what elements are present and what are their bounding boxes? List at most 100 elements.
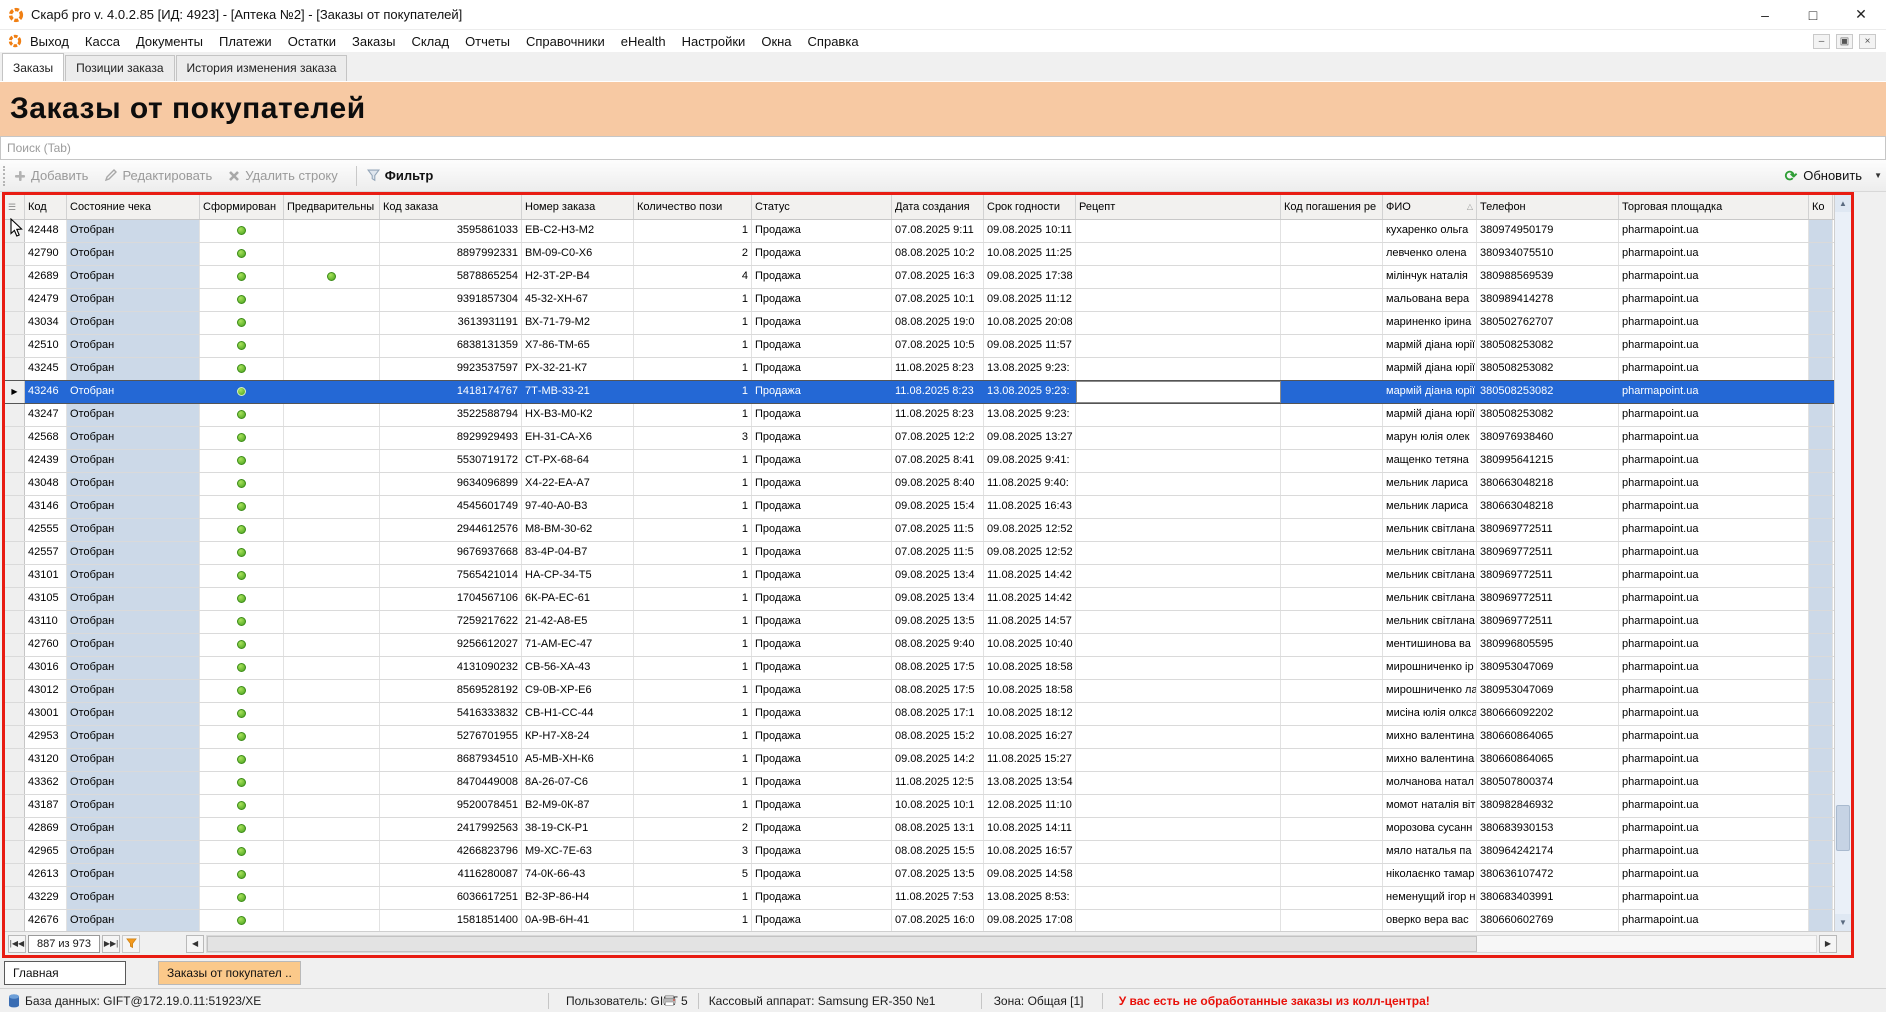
cell-indicator[interactable] <box>5 565 25 587</box>
cell-predvaritelny[interactable] <box>284 887 380 909</box>
cell-data-sozdaniya[interactable]: 08.08.2025 15:2 <box>892 726 984 748</box>
cell-srok-godnosti[interactable]: 10.08.2025 10:40 <box>984 634 1076 656</box>
add-button[interactable]: Добавить <box>14 168 88 183</box>
search-input[interactable] <box>1 137 1885 159</box>
column-header-telefon[interactable]: Телефон <box>1477 195 1619 219</box>
cell-kod[interactable]: 43247 <box>25 404 67 426</box>
cell-nomer-zakaza[interactable]: Х4-22-ЕА-А7 <box>522 473 634 495</box>
cell-ko[interactable] <box>1809 358 1833 380</box>
cell-predvaritelny[interactable] <box>284 726 380 748</box>
tab-3[interactable]: История изменения заказа <box>176 55 348 81</box>
cell-srok-godnosti[interactable]: 09.08.2025 12:52 <box>984 519 1076 541</box>
cell-fio[interactable]: марун юлія олек <box>1383 427 1477 449</box>
cell-torgovaya-ploshchadka[interactable]: pharmapoint.ua <box>1619 657 1809 679</box>
cell-srok-godnosti[interactable]: 10.08.2025 18:58 <box>984 680 1076 702</box>
cell-nomer-zakaza[interactable]: М8-ВМ-30-62 <box>522 519 634 541</box>
cell-indicator[interactable] <box>5 910 25 931</box>
cell-sostoyanie-cheka[interactable]: Отобран <box>67 772 200 794</box>
cell-status[interactable]: Продажа <box>752 864 892 886</box>
cell-data-sozdaniya[interactable]: 07.08.2025 10:1 <box>892 289 984 311</box>
table-row[interactable]: 43245Отобран9923537597РХ-32-21-К71Продаж… <box>5 358 1851 381</box>
table-row[interactable]: 42568Отобран8929929493ЕН-31-СА-Х63Продаж… <box>5 427 1851 450</box>
cell-kod-zakaza[interactable]: 2944612576 <box>380 519 522 541</box>
cell-sostoyanie-cheka[interactable]: Отобран <box>67 657 200 679</box>
cell-ko[interactable] <box>1809 818 1833 840</box>
cell-data-sozdaniya[interactable]: 09.08.2025 13:4 <box>892 565 984 587</box>
cell-fio[interactable]: мельник лариса <box>1383 473 1477 495</box>
cell-fio[interactable]: мельник світлана <box>1383 588 1477 610</box>
cell-sostoyanie-cheka[interactable]: Отобран <box>67 335 200 357</box>
cell-nomer-zakaza[interactable]: СТ-РХ-68-64 <box>522 450 634 472</box>
cell-torgovaya-ploshchadka[interactable]: pharmapoint.ua <box>1619 335 1809 357</box>
cell-predvaritelny[interactable] <box>284 588 380 610</box>
cell-recept[interactable] <box>1076 266 1281 288</box>
cell-kod-pogasheniya[interactable] <box>1281 634 1383 656</box>
cell-recept[interactable] <box>1076 841 1281 863</box>
cell-indicator[interactable] <box>5 680 25 702</box>
cell-fio[interactable]: неменущий ігор н <box>1383 887 1477 909</box>
cell-torgovaya-ploshchadka[interactable]: pharmapoint.ua <box>1619 358 1809 380</box>
vertical-scrollbar[interactable]: ▲ ▼ <box>1834 195 1851 931</box>
cell-data-sozdaniya[interactable]: 08.08.2025 10:2 <box>892 243 984 265</box>
cell-kod[interactable]: 43120 <box>25 749 67 771</box>
cell-kod-pogasheniya[interactable] <box>1281 404 1383 426</box>
table-row[interactable]: 42965Отобран4266823796М9-ХС-7Е-633Продаж… <box>5 841 1851 864</box>
table-row[interactable]: 42613Отобран411628008774-0К-66-435Продаж… <box>5 864 1851 887</box>
cell-kod-pogasheniya[interactable] <box>1281 910 1383 931</box>
cell-predvaritelny[interactable] <box>284 864 380 886</box>
cell-kod-zakaza[interactable]: 3613931191 <box>380 312 522 334</box>
cell-data-sozdaniya[interactable]: 08.08.2025 19:0 <box>892 312 984 334</box>
tab-1[interactable]: Заказы <box>2 53 64 81</box>
hscroll-left-icon[interactable]: ◀ <box>186 935 204 953</box>
cell-fio[interactable]: мельник світлана <box>1383 519 1477 541</box>
cell-recept[interactable] <box>1076 427 1281 449</box>
table-row[interactable]: 42479Отобран939185730445-32-ХН-671Продаж… <box>5 289 1851 312</box>
cell-torgovaya-ploshchadka[interactable]: pharmapoint.ua <box>1619 381 1809 403</box>
cell-torgovaya-ploshchadka[interactable]: pharmapoint.ua <box>1619 841 1809 863</box>
cell-kolichestvo-pozi[interactable]: 1 <box>634 358 752 380</box>
cell-data-sozdaniya[interactable]: 07.08.2025 16:3 <box>892 266 984 288</box>
cell-telefon[interactable]: 380969772511 <box>1477 519 1619 541</box>
cell-fio[interactable]: мяло наталья па <box>1383 841 1477 863</box>
cell-kod-pogasheniya[interactable] <box>1281 864 1383 886</box>
menu-item-справочники[interactable]: Справочники <box>518 34 613 49</box>
cell-kod-zakaza[interactable]: 2417992563 <box>380 818 522 840</box>
cell-status[interactable]: Продажа <box>752 680 892 702</box>
menu-item-заказы[interactable]: Заказы <box>344 34 403 49</box>
cell-data-sozdaniya[interactable]: 07.08.2025 11:5 <box>892 519 984 541</box>
table-row[interactable]: 42555Отобран2944612576М8-ВМ-30-621Продаж… <box>5 519 1851 542</box>
cell-torgovaya-ploshchadka[interactable]: pharmapoint.ua <box>1619 243 1809 265</box>
cell-sostoyanie-cheka[interactable]: Отобран <box>67 726 200 748</box>
cell-telefon[interactable]: 380660864065 <box>1477 726 1619 748</box>
cell-telefon[interactable]: 380508253082 <box>1477 335 1619 357</box>
cell-telefon[interactable]: 380969772511 <box>1477 542 1619 564</box>
cell-recept[interactable] <box>1076 703 1281 725</box>
cell-predvaritelny[interactable] <box>284 358 380 380</box>
cell-nomer-zakaza[interactable]: 38-19-СК-Р1 <box>522 818 634 840</box>
tab-2[interactable]: Позиции заказа <box>65 55 174 81</box>
cell-indicator[interactable] <box>5 496 25 518</box>
delete-row-button[interactable]: Удалить строку <box>228 168 338 183</box>
cell-ko[interactable] <box>1809 680 1833 702</box>
cell-kolichestvo-pozi[interactable]: 5 <box>634 864 752 886</box>
cell-kod[interactable]: 42510 <box>25 335 67 357</box>
cell-srok-godnosti[interactable]: 13.08.2025 9:23: <box>984 358 1076 380</box>
column-header-kod-pogasheniya[interactable]: Код погашения ре <box>1281 195 1383 219</box>
cell-torgovaya-ploshchadka[interactable]: pharmapoint.ua <box>1619 611 1809 633</box>
cell-ko[interactable] <box>1809 657 1833 679</box>
cell-recept[interactable] <box>1076 818 1281 840</box>
cell-recept[interactable] <box>1076 887 1281 909</box>
cell-sostoyanie-cheka[interactable]: Отобран <box>67 473 200 495</box>
cell-nomer-zakaza[interactable]: 45-32-ХН-67 <box>522 289 634 311</box>
cell-torgovaya-ploshchadka[interactable]: pharmapoint.ua <box>1619 266 1809 288</box>
cell-nomer-zakaza[interactable]: 71-АМ-ЕС-47 <box>522 634 634 656</box>
cell-telefon[interactable]: 380995641215 <box>1477 450 1619 472</box>
cell-kolichestvo-pozi[interactable]: 1 <box>634 450 752 472</box>
cell-recept[interactable] <box>1076 726 1281 748</box>
cell-recept[interactable] <box>1076 473 1281 495</box>
cell-srok-godnosti[interactable]: 13.08.2025 8:53: <box>984 887 1076 909</box>
cell-predvaritelny[interactable] <box>284 450 380 472</box>
cell-kod-zakaza[interactable]: 9391857304 <box>380 289 522 311</box>
cell-telefon[interactable]: 380663048218 <box>1477 496 1619 518</box>
cell-recept[interactable] <box>1076 289 1281 311</box>
